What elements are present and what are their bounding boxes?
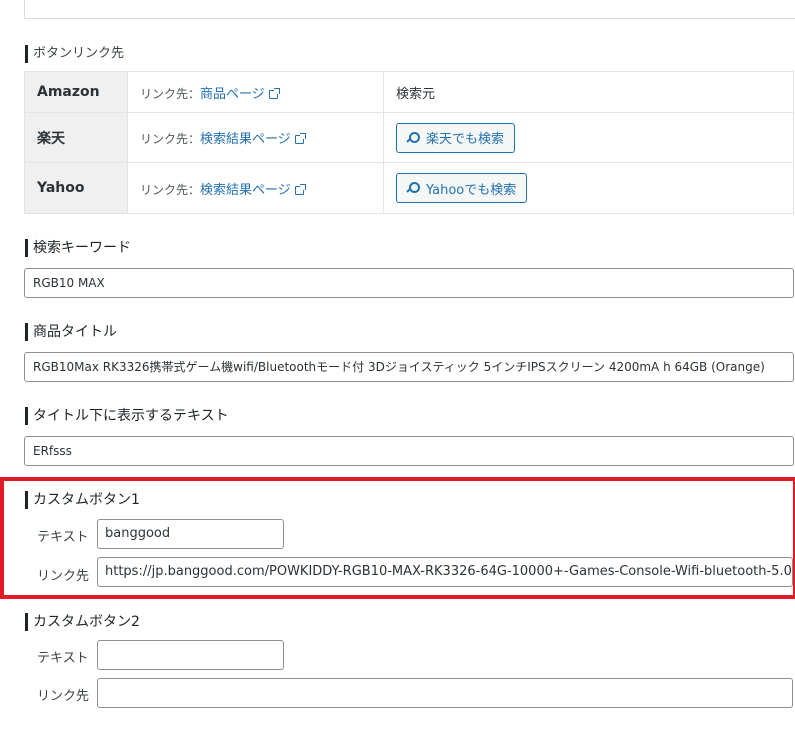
search-origin-text: 検索元 bbox=[383, 71, 794, 113]
search-keyword-input[interactable]: RGB10 MAX bbox=[24, 268, 794, 298]
link-destination-prefix: リンク先： bbox=[140, 182, 201, 197]
external-link-icon bbox=[268, 87, 280, 99]
subtitle-text-label: タイトル下に表示するテキスト bbox=[25, 407, 229, 425]
external-link-icon bbox=[294, 183, 306, 195]
product-title-input[interactable]: RGB10Max RK3326携帯式ゲーム機wifi/Bluetoothモード付… bbox=[24, 352, 794, 382]
custom-button-2-link-label: リンク先 bbox=[37, 689, 90, 704]
search-icon bbox=[407, 182, 420, 194]
top-divider bbox=[24, 0, 795, 19]
table-row: Amazon リンク先：商品ページ 検索元 bbox=[24, 71, 794, 113]
custom-button-2-heading: カスタムボタン2 bbox=[25, 613, 140, 631]
yahoo-search-label: Yahooでも検索 bbox=[426, 182, 517, 198]
search-keyword-label: 検索キーワード bbox=[25, 239, 131, 257]
product-title-label: 商品タイトル bbox=[25, 323, 117, 341]
custom-button-2-link-input[interactable] bbox=[97, 678, 793, 708]
custom-button-1-link-label: リンク先 bbox=[37, 569, 90, 584]
link-destination-prefix: リンク先： bbox=[140, 132, 201, 146]
search-icon bbox=[407, 131, 420, 144]
store-name: Yahoo bbox=[24, 162, 128, 214]
custom-button-1-link-input[interactable]: https://jp.banggood.com/POWKIDDY-RGB10-M… bbox=[97, 557, 793, 587]
link-destination: リンク先：検索結果ページ bbox=[127, 112, 384, 163]
rakuten-search-label: 楽天でも検索 bbox=[426, 132, 505, 147]
rakuten-search-button[interactable]: 楽天でも検索 bbox=[396, 122, 516, 153]
yahoo-search-button[interactable]: Yahooでも検索 bbox=[396, 173, 528, 203]
store-name: 楽天 bbox=[24, 112, 128, 163]
custom-button-2-text-label: テキスト bbox=[37, 651, 89, 666]
external-link-icon bbox=[294, 133, 306, 144]
custom-button-1-text-input[interactable]: banggood bbox=[97, 519, 284, 549]
product-page-link[interactable]: 商品ページ bbox=[200, 87, 265, 102]
link-destination: リンク先：商品ページ bbox=[127, 71, 384, 113]
link-destination-prefix: リンク先： bbox=[140, 86, 201, 101]
link-destination: リンク先：検索結果ページ bbox=[127, 162, 384, 214]
button-links-heading: ボタンリンク先 bbox=[25, 45, 124, 63]
custom-button-2-text-input[interactable] bbox=[97, 640, 284, 670]
yahoo-results-link[interactable]: 検索結果ページ bbox=[200, 183, 291, 198]
subtitle-text-input[interactable]: ERfsss bbox=[24, 436, 794, 466]
store-name: Amazon bbox=[24, 71, 128, 113]
table-row: Yahoo リンク先：検索結果ページ Yahooでも検索 bbox=[24, 162, 794, 214]
table-row: 楽天 リンク先：検索結果ページ 楽天でも検索 bbox=[24, 112, 794, 163]
rakuten-results-link[interactable]: 検索結果ページ bbox=[200, 132, 291, 147]
button-links-table: Amazon リンク先：商品ページ 検索元 楽天 リンク先：検索結果ページ 楽天… bbox=[24, 71, 794, 214]
custom-button-1-heading: カスタムボタン1 bbox=[25, 491, 140, 509]
custom-button-1-text-label: テキスト bbox=[37, 530, 89, 545]
